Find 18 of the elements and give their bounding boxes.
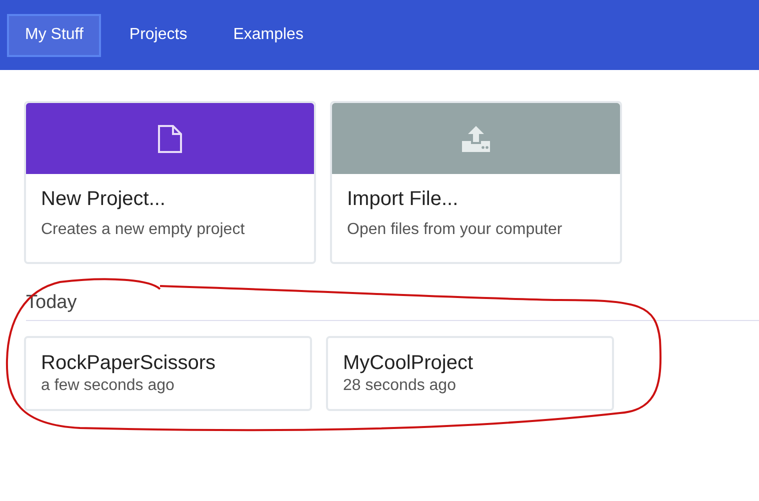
project-time: a few seconds ago <box>41 377 176 395</box>
section-heading: Today <box>26 292 759 321</box>
project-card[interactable]: RockPaperScissors a few seconds ago <box>24 336 312 411</box>
tab[interactable]: My Stuff <box>7 14 102 56</box>
project-name: MyCoolProject <box>343 352 474 375</box>
project-time: 28 seconds ago <box>343 377 457 395</box>
action-card[interactable]: Import File... Open files from your computer <box>330 101 622 264</box>
card-description: Creates a new empty project <box>41 221 246 239</box>
card-description: Open files from your computer <box>347 221 564 239</box>
card-title: New Project... <box>41 188 166 211</box>
card-title: Import File... <box>347 188 460 211</box>
project-name: RockPaperScissors <box>41 352 217 375</box>
tab[interactable]: Examples <box>215 14 322 56</box>
action-card[interactable]: New Project... Creates a new empty project <box>24 101 316 264</box>
tab[interactable]: Projects <box>111 14 206 56</box>
upload-icon <box>462 126 490 152</box>
project-card[interactable]: MyCoolProject 28 seconds ago <box>326 336 614 411</box>
file-icon <box>157 124 183 154</box>
